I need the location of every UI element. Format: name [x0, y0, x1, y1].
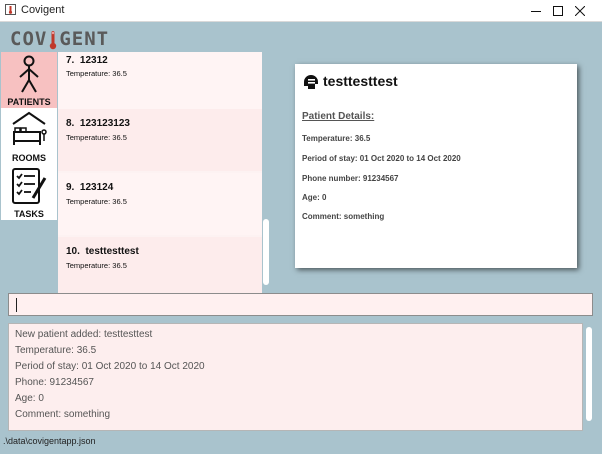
sidebar: PATIENTS ROOMS TASKS	[1, 52, 57, 220]
title-bar: Covigent	[0, 0, 602, 22]
result-line: Age: 0	[15, 393, 44, 404]
list-item[interactable]: 7. 12312 Temperature: 36.5	[58, 52, 262, 109]
patient-name: 9. 123124	[66, 182, 114, 193]
app-body: COV GENT PATIENTS ROOMS TASKS 7. 12312 T…	[0, 22, 602, 454]
result-line: Temperature: 36.5	[15, 345, 97, 356]
checklist-icon	[12, 168, 47, 204]
result-scrollbar[interactable]	[586, 327, 592, 421]
patient-list-scrollbar[interactable]	[263, 219, 269, 285]
logo-text-left: COV	[10, 28, 48, 50]
thermometer-icon	[50, 31, 57, 50]
sidebar-item-label: PATIENTS	[7, 97, 51, 107]
list-item[interactable]: 8. 123123123 Temperature: 36.5	[58, 109, 262, 171]
command-box	[8, 293, 593, 316]
result-display[interactable]: New patient added: testtesttest Temperat…	[8, 323, 583, 431]
bed-icon	[12, 111, 47, 145]
patient-temperature: Temperature: 36.5	[66, 261, 127, 270]
result-line: Period of stay: 01 Oct 2020 to 14 Oct 20…	[15, 361, 205, 372]
sidebar-item-rooms[interactable]: ROOMS	[1, 108, 57, 164]
status-bar-file-path: .\data\covigentapp.json	[3, 436, 96, 446]
patient-name: 7. 12312	[66, 55, 108, 66]
list-item[interactable]: 9. 123124 Temperature: 36.5	[58, 173, 262, 235]
result-line: Phone: 91234567	[15, 377, 94, 388]
close-icon	[575, 5, 585, 16]
patient-detail-name: testtesttest	[323, 73, 398, 89]
sidebar-item-label: ROOMS	[11, 153, 46, 163]
detail-temperature: Temperature: 36.5	[302, 134, 371, 143]
logo-text-right: GENT	[59, 28, 110, 50]
close-button[interactable]	[558, 0, 602, 21]
patient-details-panel: testtesttest Patient Details: Temperatur…	[295, 64, 577, 268]
command-input[interactable]	[9, 294, 592, 315]
sidebar-item-label: TASKS	[14, 209, 44, 219]
detail-age: Age: 0	[302, 193, 327, 202]
patient-temperature: Temperature: 36.5	[66, 197, 127, 206]
patient-temperature: Temperature: 36.5	[66, 133, 127, 142]
result-line: Comment: something	[15, 409, 111, 420]
patient-details-heading: Patient Details:	[302, 111, 375, 122]
detail-comment: Comment: something	[302, 212, 385, 221]
sidebar-item-patients[interactable]: PATIENTS	[1, 52, 57, 108]
detail-period-of-stay: Period of stay: 01 Oct 2020 to 14 Oct 20…	[302, 154, 461, 163]
patient-temperature: Temperature: 36.5	[66, 69, 127, 78]
app-logo: COV GENT	[10, 28, 110, 50]
patient-bust-icon	[304, 75, 318, 89]
patient-list[interactable]: 7. 12312 Temperature: 36.5 8. 123123123 …	[58, 52, 262, 308]
sidebar-item-tasks[interactable]: TASKS	[1, 164, 57, 220]
detail-phone: Phone number: 91234567	[302, 174, 399, 183]
app-icon	[5, 4, 16, 15]
person-icon	[19, 55, 39, 93]
result-line: New patient added: testtesttest	[15, 329, 153, 340]
text-caret	[16, 298, 17, 312]
patient-name: 10. testtesttest	[66, 246, 139, 257]
window-title: Covigent	[21, 4, 65, 16]
patient-name: 8. 123123123	[66, 118, 130, 129]
